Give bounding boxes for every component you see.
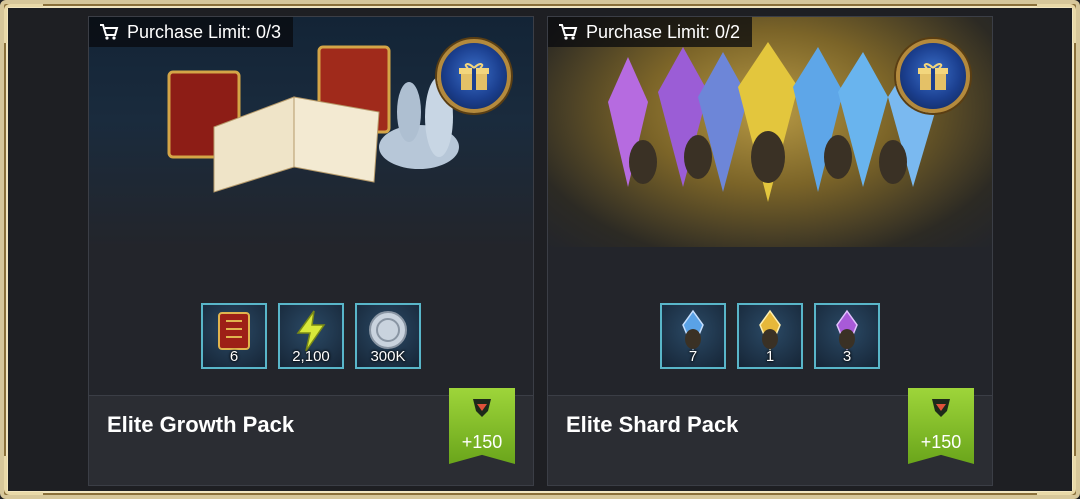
pack-card-elite-growth[interactable]: Purchase Limit: 0/3 6 2,100 300K Elite G…: [88, 16, 534, 486]
pack-contents: 7 1 3: [548, 303, 992, 369]
frame-corner: [1037, 456, 1076, 495]
void-shard-icon[interactable]: 3: [814, 303, 880, 369]
pack-footer: Elite Shard Pack +150: [548, 388, 992, 485]
item-quantity: 2,100: [292, 348, 330, 365]
purchase-limit-label: Purchase Limit: 0/2: [586, 21, 741, 42]
item-quantity: 3: [842, 348, 852, 365]
sacred-shard-icon[interactable]: 1: [737, 303, 803, 369]
points-value: +150: [920, 432, 962, 452]
cart-icon: [99, 23, 119, 41]
frame-corner: [4, 456, 43, 495]
points-badge: +150: [908, 388, 974, 464]
pack-footer: Elite Growth Pack +150: [89, 388, 533, 485]
pack-title: Elite Growth Pack: [107, 412, 295, 437]
gift-icon[interactable]: [896, 39, 970, 113]
shield-icon: [932, 399, 950, 417]
pack-banner-image: Purchase Limit: 0/3: [89, 17, 533, 247]
shield-icon: [473, 399, 491, 417]
purchase-limit-label: Purchase Limit: 0/3: [127, 21, 282, 42]
pack-card-elite-shard[interactable]: Purchase Limit: 0/2 7 1 3 Elite Shard Pa…: [547, 16, 993, 486]
points-badge: +150: [449, 388, 515, 464]
tome-icon[interactable]: 6: [201, 303, 267, 369]
energy-icon[interactable]: 2,100: [278, 303, 344, 369]
item-quantity: 1: [765, 348, 775, 365]
frame-corner: [1037, 4, 1076, 43]
purchase-limit: Purchase Limit: 0/2: [548, 17, 753, 47]
cart-icon: [558, 23, 578, 41]
purchase-limit: Purchase Limit: 0/3: [89, 17, 294, 47]
item-quantity: 7: [688, 348, 698, 365]
item-quantity: 6: [229, 348, 239, 365]
pack-title: Elite Shard Pack: [566, 412, 739, 437]
points-value: +150: [461, 432, 503, 452]
ancient-shard-icon[interactable]: 7: [660, 303, 726, 369]
silver-coin-icon[interactable]: 300K: [355, 303, 421, 369]
frame-corner: [4, 4, 43, 43]
pack-contents: 6 2,100 300K: [89, 303, 533, 369]
pack-banner-image: Purchase Limit: 0/2: [548, 17, 992, 247]
gift-icon[interactable]: [437, 39, 511, 113]
item-quantity: 300K: [370, 348, 406, 365]
